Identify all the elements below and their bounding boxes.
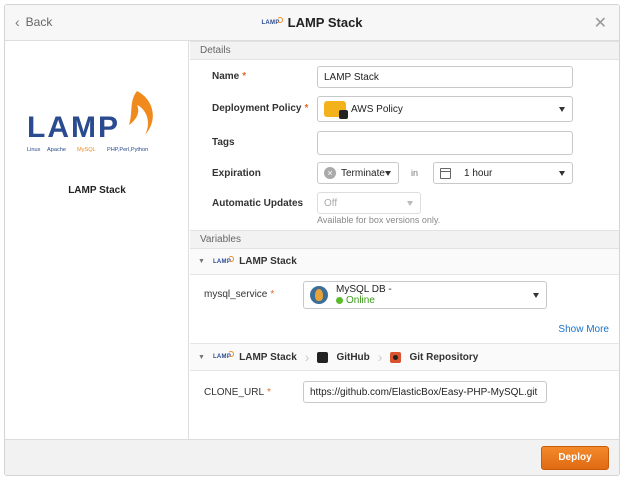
- clone-url-row: CLONE_URL * https://github.com/ElasticBox…: [190, 371, 619, 411]
- details-section-header: Details: [190, 41, 619, 60]
- dialog: ‹ Back LAMP LAMP Stack ✕ LAMP Linux Apac…: [4, 4, 620, 476]
- show-more-link[interactable]: Show More: [558, 324, 609, 335]
- mysql-service-row: mysql_service * MySQL DB - Online: [190, 275, 619, 319]
- tags-label: Tags: [212, 137, 235, 148]
- github-icon: [317, 351, 329, 363]
- lamp-logo-icon: LAMP: [212, 351, 235, 360]
- updates-label: Automatic Updates: [212, 198, 304, 209]
- dialog-footer: Deploy: [5, 439, 619, 475]
- variable-group-lamp[interactable]: ▼ LAMP LAMP Stack: [190, 249, 619, 275]
- updates-row: Automatic Updates Off Available for box …: [190, 188, 619, 228]
- triangle-down-icon: ▼: [198, 258, 205, 265]
- policy-row: Deployment Policy * AWS Policy: [190, 92, 619, 126]
- lamp-logo-icon: LAMP: [212, 255, 235, 265]
- dialog-header: ‹ Back LAMP LAMP Stack ✕: [5, 5, 619, 41]
- in-label: in: [411, 168, 419, 178]
- mysql-service-label: mysql_service *: [204, 289, 275, 300]
- chevron-down-icon: [533, 293, 539, 298]
- breadcrumb-separator-icon: ›: [377, 349, 383, 365]
- online-status-icon: [336, 296, 343, 304]
- breadcrumb-item-lamp: LAMP Stack: [239, 351, 297, 363]
- aws-policy-icon: [324, 101, 348, 119]
- updates-select[interactable]: Off: [317, 192, 421, 214]
- name-label: Name *: [212, 71, 247, 82]
- policy-select[interactable]: AWS Policy: [317, 96, 573, 122]
- chevron-down-icon: [559, 171, 565, 176]
- updates-value: Off: [324, 197, 338, 209]
- box-summary-panel: LAMP Linux Apache MySQL PHP,Perl,Python …: [5, 41, 189, 441]
- git-icon: [390, 351, 402, 363]
- name-row: Name * LAMP Stack: [190, 60, 619, 92]
- clone-url-input[interactable]: https://github.com/ElasticBox/Easy-PHP-M…: [303, 381, 547, 403]
- deploy-form: Details Name * LAMP Stack Deployment Poli…: [190, 41, 619, 441]
- lamp-logo-sub-apache: Apache: [47, 147, 66, 153]
- chevron-down-icon: [385, 171, 391, 176]
- dialog-title: LAMP LAMP Stack: [5, 15, 619, 30]
- lamp-logo-sub-mysql: MySQL: [77, 147, 96, 153]
- triangle-down-icon: ▼: [198, 353, 205, 361]
- mysql-service-select[interactable]: MySQL DB - Online: [303, 281, 547, 309]
- policy-label: Deployment Policy *: [212, 103, 309, 114]
- variables-section-header: Variables: [190, 230, 619, 249]
- breadcrumb-item-github: GitHub: [336, 351, 370, 363]
- expiration-time-select[interactable]: 1 hour: [433, 162, 573, 184]
- expiration-action-select[interactable]: × Terminate: [317, 162, 399, 184]
- mysql-status: Online: [336, 295, 392, 306]
- lamp-logo-sub-linux: Linux: [27, 147, 41, 153]
- expiration-row: Expiration × Terminate in 1 hour: [190, 158, 619, 188]
- expiration-time-value: 1 hour: [464, 167, 493, 179]
- mysql-service-name: MySQL DB -: [336, 284, 392, 295]
- expiration-action-value: Terminate: [341, 167, 385, 179]
- name-input[interactable]: LAMP Stack: [317, 66, 573, 88]
- expiration-label: Expiration: [212, 168, 261, 179]
- box-name: LAMP Stack: [68, 185, 126, 196]
- breadcrumb-item-git: Git Repository: [409, 351, 479, 363]
- breadcrumb-separator-icon: ›: [304, 349, 310, 365]
- policy-value: AWS Policy: [351, 103, 403, 115]
- close-icon[interactable]: ✕: [594, 13, 607, 33]
- variable-group-git[interactable]: ▼ LAMP LAMP Stack › GitHub › Git Reposit…: [190, 343, 619, 371]
- chevron-down-icon: [559, 107, 565, 112]
- tags-row: Tags: [190, 126, 619, 158]
- chevron-down-icon: [407, 201, 413, 206]
- calendar-icon: [440, 167, 451, 179]
- updates-note: Available for box versions only.: [317, 215, 441, 225]
- lamp-logo: LAMP Linux Apache MySQL PHP,Perl,Python: [27, 91, 153, 153]
- clone-url-label: CLONE_URL *: [204, 387, 271, 398]
- terminate-icon: ×: [324, 167, 336, 179]
- dialog-title-text: LAMP Stack: [287, 15, 363, 30]
- lamp-logo-sub-php: PHP,Perl,Python: [107, 147, 148, 153]
- show-more-row: Show More: [190, 319, 619, 343]
- mysql-icon: [310, 286, 328, 304]
- lamp-logo-text: LAMP: [27, 111, 120, 144]
- variable-group-title: LAMP Stack: [239, 256, 297, 267]
- deploy-button[interactable]: Deploy: [541, 446, 609, 470]
- mysql-service-value: MySQL DB - Online: [336, 284, 392, 306]
- lamp-logo-icon: LAMP: [261, 16, 283, 26]
- tags-input[interactable]: [317, 131, 573, 155]
